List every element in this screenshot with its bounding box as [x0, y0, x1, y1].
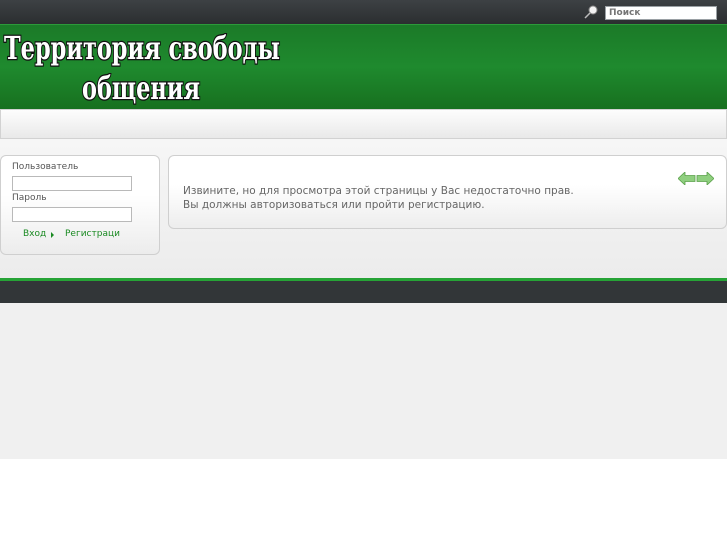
- site-logo[interactable]: Территория свободы общения: [0, 25, 290, 110]
- password-label: Пароль: [12, 193, 47, 203]
- content-panel: Извините, но для просмотра этой страницы…: [168, 155, 727, 229]
- search-input[interactable]: [605, 6, 717, 20]
- bullet-arrow-icon: [51, 232, 54, 238]
- password-input[interactable]: [12, 207, 132, 222]
- arrow-right-icon[interactable]: [696, 170, 715, 186]
- arrow-left-icon[interactable]: [677, 170, 696, 186]
- logo-line-1: Территория свободы: [4, 29, 280, 67]
- logo-line-2: общения: [82, 69, 200, 107]
- footer-area: [0, 303, 727, 459]
- site-header: Территория свободы общения: [0, 24, 727, 109]
- top-bar: [0, 0, 727, 24]
- search-icon[interactable]: [583, 4, 599, 20]
- register-link[interactable]: Регистраци: [65, 229, 120, 239]
- main-area: Пользователь Пароль Вход Регистраци Изви…: [0, 139, 727, 278]
- auth-message: Вы должны авторизоваться или пройти реги…: [183, 199, 485, 211]
- username-input[interactable]: [12, 176, 132, 191]
- nav-bar: [0, 109, 727, 139]
- footer-bar: [0, 281, 727, 303]
- login-link[interactable]: Вход: [23, 229, 46, 239]
- permission-message: Извините, но для просмотра этой страницы…: [183, 185, 574, 197]
- login-panel: Пользователь Пароль Вход Регистраци: [0, 155, 160, 255]
- username-label: Пользователь: [12, 162, 79, 172]
